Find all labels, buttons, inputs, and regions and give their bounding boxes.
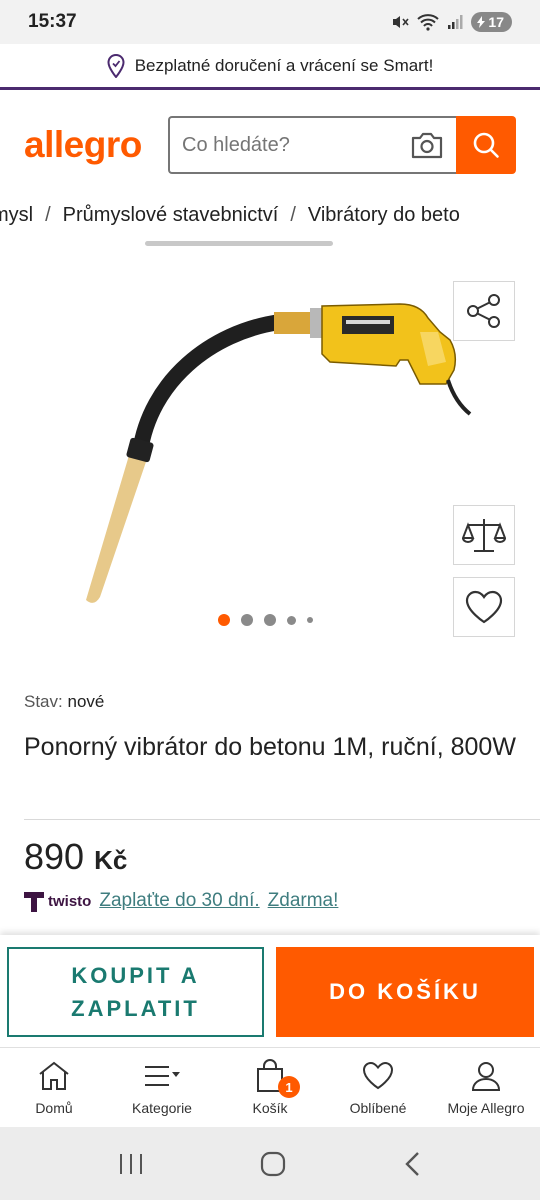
promo-banner[interactable]: Bezplatné doručení a vrácení se Smart! bbox=[0, 44, 540, 90]
status-time: 15:37 bbox=[28, 11, 77, 32]
menu-icon bbox=[145, 1066, 180, 1086]
tab-cart[interactable]: 1 Košík bbox=[216, 1048, 324, 1127]
twisto-logo: twisto bbox=[24, 890, 91, 912]
twisto-mark-icon bbox=[24, 892, 44, 912]
product-gallery[interactable] bbox=[0, 262, 540, 662]
home-button-icon[interactable] bbox=[259, 1150, 287, 1178]
buy-bar: KOUPIT A ZAPLATIT DO KOŠÍKU bbox=[0, 935, 540, 1047]
charging-icon bbox=[477, 16, 486, 28]
tab-label: Moje Allegro bbox=[447, 1100, 525, 1116]
condition-value: nové bbox=[67, 692, 105, 711]
header: allegro bbox=[0, 112, 540, 178]
battery-level: 17 bbox=[488, 14, 504, 30]
product-price: 890 Kč bbox=[24, 836, 127, 878]
divider bbox=[24, 819, 540, 820]
tab-home[interactable]: Domů bbox=[0, 1048, 108, 1127]
wifi-icon bbox=[417, 14, 440, 31]
condition-label: Stav: bbox=[24, 692, 63, 711]
tab-my-allegro[interactable]: Moje Allegro bbox=[432, 1048, 540, 1127]
search-box[interactable] bbox=[168, 116, 458, 174]
favorite-button[interactable] bbox=[453, 577, 515, 637]
gallery-dot[interactable] bbox=[307, 617, 313, 623]
share-icon bbox=[467, 294, 500, 328]
share-button[interactable] bbox=[453, 281, 515, 341]
breadcrumb-item[interactable]: Průmyslové stavebnictví bbox=[63, 204, 279, 227]
twisto-logo-text: twisto bbox=[48, 892, 92, 910]
price-currency: Kč bbox=[94, 845, 128, 875]
buy-now-button[interactable]: KOUPIT A ZAPLATIT bbox=[7, 947, 264, 1037]
breadcrumb-separator: / bbox=[45, 204, 51, 226]
product-condition: Stav: nové bbox=[24, 692, 104, 712]
compare-button[interactable] bbox=[453, 505, 515, 565]
breadcrumb-separator: / bbox=[290, 204, 296, 226]
gallery-dot[interactable] bbox=[264, 614, 276, 626]
twisto-pay-later-link[interactable]: Zaplaťte do 30 dní. bbox=[99, 890, 259, 912]
mute-icon bbox=[393, 16, 410, 28]
back-icon[interactable] bbox=[402, 1150, 422, 1178]
breadcrumb: mysl / Průmyslové stavebnictví / Vibráto… bbox=[0, 200, 540, 236]
twisto-row: twisto Zaplaťte do 30 dní. Zdarma! bbox=[24, 890, 338, 912]
scales-icon bbox=[462, 519, 506, 552]
search-button[interactable] bbox=[456, 116, 516, 174]
status-icons: 17 bbox=[391, 12, 512, 32]
status-bar: 15:37 17 bbox=[0, 0, 540, 44]
heart-icon bbox=[465, 590, 503, 624]
user-icon bbox=[471, 1062, 501, 1091]
price-value: 890 bbox=[24, 836, 85, 877]
signal-icon bbox=[448, 15, 463, 29]
product-title: Ponorný vibrátor do betonu 1M, ruční, 80… bbox=[24, 733, 516, 761]
bottom-tabbar: Domů Kategorie 1 Košík Oblíbené Moje All… bbox=[0, 1047, 540, 1127]
tab-label: Košík bbox=[252, 1100, 288, 1116]
home-icon bbox=[39, 1061, 69, 1090]
tab-label: Domů bbox=[35, 1100, 73, 1116]
tab-label: Oblíbené bbox=[349, 1100, 407, 1116]
location-pin-icon bbox=[107, 53, 125, 78]
breadcrumb-scrollbar[interactable] bbox=[145, 241, 333, 246]
breadcrumb-item[interactable]: Vibrátory do beto bbox=[308, 204, 460, 227]
tab-categories[interactable]: Kategorie bbox=[108, 1048, 216, 1127]
gallery-dot-active[interactable] bbox=[218, 614, 230, 626]
breadcrumb-item[interactable]: mysl bbox=[0, 204, 33, 227]
tab-label: Kategorie bbox=[132, 1100, 192, 1116]
search-icon bbox=[473, 132, 499, 158]
gallery-dots bbox=[218, 614, 313, 626]
allegro-logo[interactable]: allegro bbox=[24, 124, 168, 166]
gallery-dot[interactable] bbox=[287, 615, 296, 625]
tab-favorites[interactable]: Oblíbené bbox=[324, 1048, 432, 1127]
twisto-free-link[interactable]: Zdarma! bbox=[268, 890, 339, 912]
cart-badge: 1 bbox=[278, 1076, 300, 1098]
heart-icon bbox=[362, 1061, 394, 1090]
recent-apps-icon[interactable] bbox=[118, 1152, 144, 1176]
add-to-cart-button[interactable]: DO KOŠÍKU bbox=[276, 947, 534, 1037]
system-navbar bbox=[0, 1127, 540, 1200]
camera-icon[interactable] bbox=[410, 130, 444, 160]
gallery-dot[interactable] bbox=[241, 614, 253, 626]
battery-indicator: 17 bbox=[471, 12, 512, 32]
search-input[interactable] bbox=[182, 133, 402, 157]
promo-text: Bezplatné doručení a vrácení se Smart! bbox=[134, 55, 434, 75]
